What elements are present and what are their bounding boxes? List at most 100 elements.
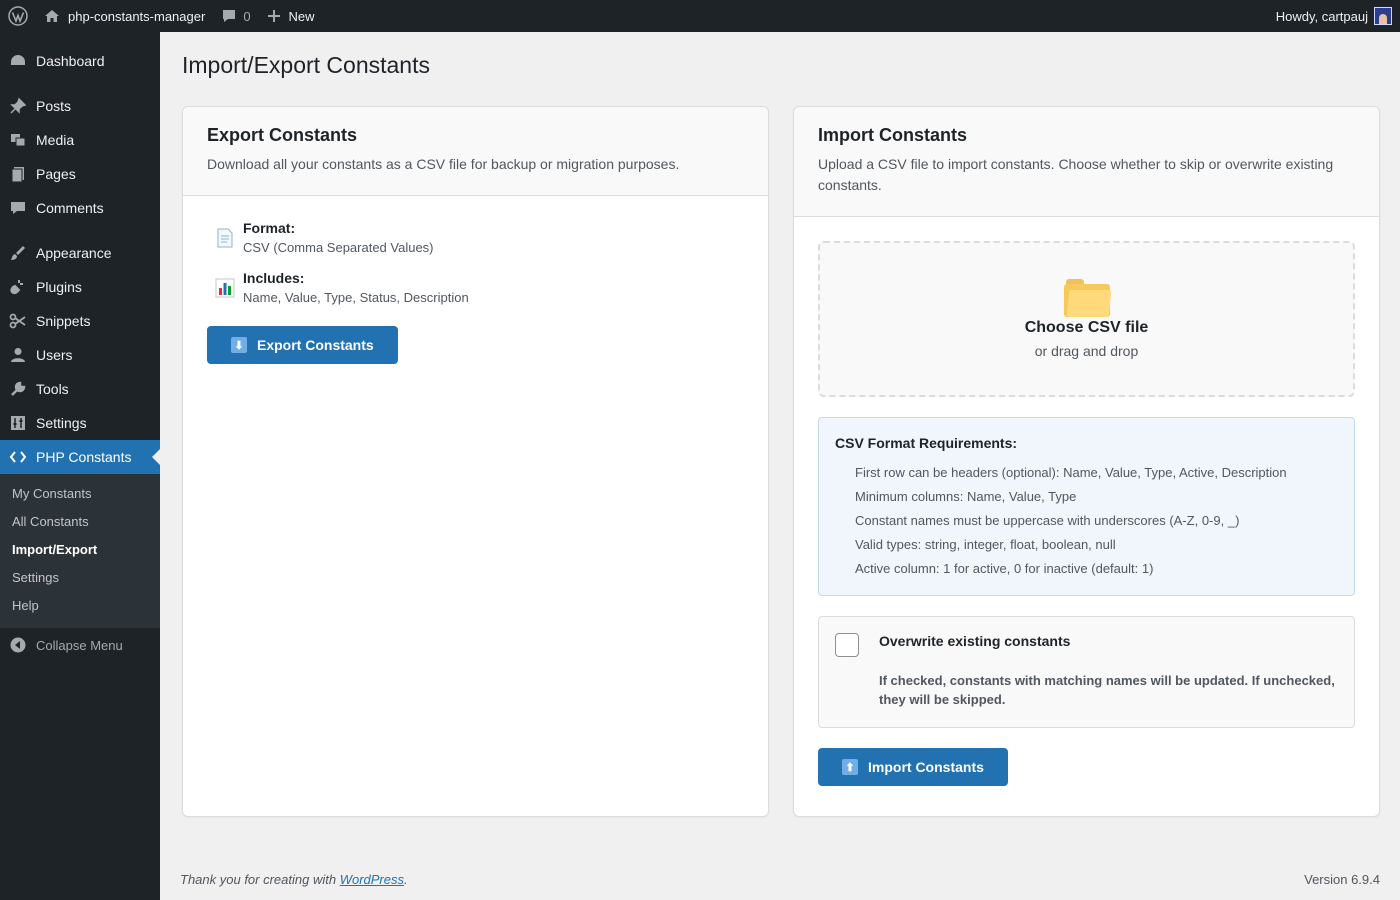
admin-sidebar: Dashboard Posts Media Pages Comments App… (0, 32, 160, 900)
sidebar-item-label: PHP Constants (36, 449, 132, 465)
sidebar-item-media[interactable]: Media (0, 123, 160, 157)
includes-label: Includes: (243, 270, 305, 286)
collapse-menu-button[interactable]: Collapse Menu (0, 628, 160, 662)
sidebar-item-label: Plugins (36, 279, 82, 295)
export-card-header: Export Constants Download all your const… (183, 107, 768, 196)
collapse-menu-label: Collapse Menu (36, 637, 123, 653)
footer-thanks: Thank you for creating with WordPress. (180, 872, 408, 887)
new-content-link[interactable]: New (259, 0, 323, 32)
sidebar-item-tools[interactable]: Tools (0, 372, 160, 406)
overwrite-option: Overwrite existing constants If checked,… (818, 616, 1355, 728)
wordpress-link[interactable]: WordPress (340, 872, 404, 887)
import-button-label: Import Constants (868, 759, 984, 775)
import-description: Upload a CSV file to import constants. C… (818, 156, 1334, 193)
sidebar-item-label: Tools (36, 381, 69, 397)
dropzone-title: Choose CSV file (1024, 319, 1149, 336)
export-title: Export Constants (207, 125, 358, 145)
sidebar-item-plugins[interactable]: Plugins (0, 270, 160, 304)
includes-value: Name, Value, Type, Status, Description (243, 290, 469, 305)
list-item: Minimum columns: Name, Value, Type (855, 489, 1077, 504)
format-label: Format: (243, 220, 296, 236)
user-icon (8, 345, 28, 365)
submenu-my-constants[interactable]: My Constants (0, 480, 160, 508)
includes-info: Includes: Name, Value, Type, Status, Des… (207, 270, 744, 306)
csv-dropzone[interactable]: Choose CSV file or drag and drop (818, 241, 1355, 397)
site-name-label: php-constants-manager (68, 8, 206, 24)
comment-icon (8, 198, 28, 218)
import-card-body: Choose CSV file or drag and drop CSV For… (794, 217, 1379, 810)
howdy-label: Howdy, cartpauj (1275, 8, 1368, 24)
pin-icon (8, 96, 28, 116)
comment-bubble-icon (221, 8, 237, 24)
settings-icon (8, 413, 28, 433)
avatar (1374, 7, 1392, 25)
sidebar-item-dashboard[interactable]: Dashboard (0, 44, 160, 78)
sidebar-item-comments[interactable]: Comments (0, 191, 160, 225)
bar-chart-icon (207, 270, 243, 306)
sidebar-item-pages[interactable]: Pages (0, 157, 160, 191)
export-constants-button[interactable]: ⬇ Export Constants (207, 326, 398, 364)
new-label: New (288, 8, 315, 24)
import-card-header: Import Constants Upload a CSV file to im… (794, 107, 1379, 217)
sidebar-item-posts[interactable]: Posts (0, 89, 160, 123)
export-card-body: Format: CSV (Comma Separated Values) Inc… (183, 196, 768, 388)
sidebar-item-label: Appearance (36, 245, 112, 261)
overwrite-description: If checked, constants with matching name… (879, 673, 1335, 707)
brush-icon (8, 243, 28, 263)
php-constants-submenu: My Constants All Constants Import/Export… (0, 474, 160, 628)
sidebar-item-label: Comments (36, 200, 104, 216)
submenu-help[interactable]: Help (0, 592, 160, 620)
sidebar-item-snippets[interactable]: Snippets (0, 304, 160, 338)
plugin-icon (8, 277, 28, 297)
sidebar-item-label: Users (36, 347, 73, 363)
list-item: Active column: 1 for active, 0 for inact… (855, 561, 1154, 576)
comments-link[interactable]: 0 (213, 0, 258, 32)
comments-count: 0 (243, 8, 251, 24)
list-item: Constant names must be uppercase with un… (855, 513, 1240, 528)
overwrite-title: Overwrite existing constants (879, 633, 1071, 649)
sidebar-item-label: Posts (36, 98, 72, 114)
import-constants-button[interactable]: ⬆ Import Constants (818, 748, 1008, 786)
sidebar-item-php-constants[interactable]: PHP Constants (0, 440, 160, 474)
format-info: Format: CSV (Comma Separated Values) (207, 220, 744, 256)
admin-bar: php-constants-manager 0 New Howdy, cartp… (0, 0, 1400, 32)
sidebar-item-appearance[interactable]: Appearance (0, 236, 160, 270)
import-card: Import Constants Upload a CSV file to im… (793, 106, 1380, 817)
requirements-list: First row can be headers (optional): Nam… (835, 463, 1338, 583)
submenu-settings[interactable]: Settings (0, 564, 160, 592)
csv-requirements-box: CSV Format Requirements: First row can b… (818, 417, 1355, 596)
folder-icon (1063, 279, 1111, 317)
scissors-icon (8, 311, 28, 331)
sidebar-item-label: Pages (36, 166, 76, 182)
collapse-arrow-icon (8, 635, 28, 655)
submenu-all-constants[interactable]: All Constants (0, 508, 160, 536)
document-icon (207, 220, 243, 256)
sidebar-item-label: Media (36, 132, 75, 148)
format-value: CSV (Comma Separated Values) (243, 240, 434, 255)
list-item: First row can be headers (optional): Nam… (855, 465, 1287, 480)
download-arrow-icon: ⬇ (231, 337, 247, 353)
import-title: Import Constants (818, 125, 968, 145)
media-icon (8, 130, 28, 150)
upload-arrow-icon: ⬆ (842, 759, 858, 775)
list-item: Valid types: string, integer, float, boo… (855, 537, 1116, 552)
site-name-link[interactable]: php-constants-manager (36, 0, 213, 32)
overwrite-checkbox[interactable] (835, 633, 859, 657)
page-title: Import/Export Constants (182, 52, 430, 78)
submenu-import-export[interactable]: Import/Export (0, 536, 160, 564)
sidebar-item-label: Dashboard (36, 53, 105, 69)
sidebar-item-label: Settings (36, 415, 87, 431)
footer-thanks-prefix: Thank you for creating with (180, 872, 340, 887)
wordpress-logo-icon[interactable] (0, 0, 36, 32)
code-icon (8, 447, 28, 467)
sidebar-item-settings[interactable]: Settings (0, 406, 160, 440)
account-menu[interactable]: Howdy, cartpauj (1268, 0, 1400, 32)
export-card: Export Constants Download all your const… (182, 106, 769, 817)
sidebar-item-label: Snippets (36, 313, 91, 329)
export-button-label: Export Constants (257, 337, 374, 353)
footer-thanks-suffix: . (404, 872, 408, 887)
dashboard-icon (8, 51, 28, 71)
requirements-title: CSV Format Requirements: (835, 435, 1018, 451)
sidebar-item-users[interactable]: Users (0, 338, 160, 372)
plus-icon (267, 9, 281, 23)
